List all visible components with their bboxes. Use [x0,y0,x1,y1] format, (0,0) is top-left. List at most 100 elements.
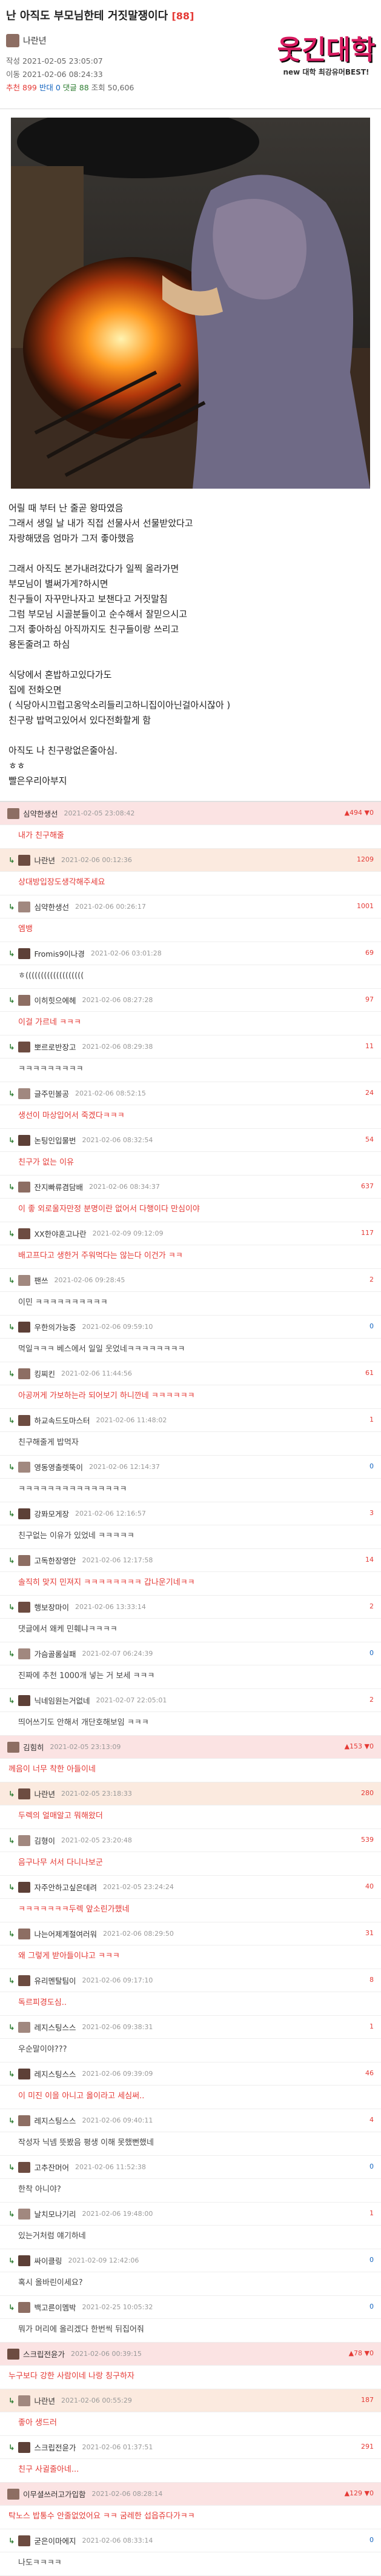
avatar[interactable] [18,1554,31,1566]
commenter-name[interactable]: XX한야혼고나란 [34,1228,86,1239]
reply-row[interactable]: ↳ 행보장마이 2021-02-06 13:33:14 2 [0,1596,381,1619]
commenter-name[interactable]: 나란년 [34,854,55,866]
avatar[interactable] [18,2301,31,2313]
commenter-name[interactable]: 이무셜쓰러고가입함 [23,2488,86,2500]
avatar[interactable] [7,808,19,819]
reply-row[interactable]: ↳ 백고른이멤박 2021-02-25 10:05:32 0 [0,2296,381,2319]
avatar[interactable] [18,2068,31,2079]
commenter-name[interactable]: 심약한생선 [34,901,69,912]
commenter-name[interactable]: 자주안하고싶은데려 [34,1881,97,1893]
avatar[interactable] [18,1321,31,1333]
avatar[interactable] [18,2021,31,2033]
commenter-name[interactable]: 심약한생선 [23,808,58,819]
reply-row[interactable]: ↳ 심약한생선 2021-02-06 00:26:17 1001 [0,895,381,918]
avatar[interactable] [18,1274,31,1286]
reply-row[interactable]: ↳ 유리멘탈팀이 2021-02-06 09:17:10 8 [0,1969,381,1992]
commenter-name[interactable]: 글주민볼공 [34,1088,69,1099]
avatar[interactable] [7,2488,19,2500]
author-name[interactable]: 나란년 [23,35,47,47]
avatar[interactable] [18,1228,31,1239]
avatar[interactable] [18,1181,31,1193]
avatar[interactable] [18,1134,31,1146]
reply-row[interactable]: ↳ 고독한장영안 2021-02-06 12:17:58 14 [0,1549,381,1572]
best-comment-row[interactable]: 김힘히 2021-02-05 23:13:09 ▲153 ▼0 [0,1736,381,1759]
commenter-name[interactable]: 스크립전윤가 [23,2348,65,2360]
reply-row[interactable]: ↳ 영동영출렛뚝이 2021-02-06 12:14:37 0 [0,1456,381,1479]
reply-row[interactable]: ↳ 레지스팅스스 2021-02-06 09:39:09 46 [0,2062,381,2086]
reply-row[interactable]: ↳ 뽀르로반장고 2021-02-06 08:29:38 11 [0,1035,381,1059]
reply-row[interactable]: ↳ 고추잔머어 2021-02-06 11:52:38 0 [0,2156,381,2179]
reply-row[interactable]: ↳ 굳은이마에지 2021-02-06 08:33:14 0 [0,2529,381,2552]
avatar[interactable] [18,2395,31,2406]
reply-row[interactable]: ↳ 글주민볼공 2021-02-06 08:52:15 24 [0,1082,381,1105]
reply-row[interactable]: ↳ 킹찌킨 2021-02-06 11:44:56 61 [0,1362,381,1385]
avatar[interactable] [18,2161,31,2173]
best-comment-row[interactable]: 심약한생선 2021-02-05 23:08:42 ▲494 ▼0 [0,802,381,825]
avatar[interactable] [18,1975,31,1986]
commenter-name[interactable]: 유리멘탈팀이 [34,1975,76,1986]
vote-badge[interactable]: ▲129 ▼0 [345,2489,374,2497]
commenter-name[interactable]: 굳은이마에지 [34,2535,76,2546]
avatar[interactable] [18,2535,31,2546]
reply-row[interactable]: ↳ Fromis9이나경 2021-02-06 03:01:28 69 [0,942,381,965]
reply-row[interactable]: ↳ 잔지빠류겸담배 2021-02-06 08:34:37 637 [0,1176,381,1199]
avatar[interactable] [18,1041,31,1052]
reply-row[interactable]: ↳ 나란년 2021-02-06 00:12:36 1209 [0,849,381,872]
vote-badge[interactable]: ▲78 ▼0 [349,2349,374,2357]
reply-row[interactable]: ↳ 이히힛으에헤 2021-02-06 08:27:28 97 [0,989,381,1012]
commenter-name[interactable]: 팬쓰 [34,1274,48,1286]
commenter-name[interactable]: 영동영출렛뚝이 [34,1461,83,1473]
reply-row[interactable]: ↳ 김형이 2021-02-05 23:20:48 539 [0,1829,381,1852]
commenter-name[interactable]: 가슴골롬실패 [34,1648,76,1659]
commenter-name[interactable]: 하교속드도마스터 [34,1414,90,1426]
avatar[interactable] [18,1461,31,1473]
avatar[interactable] [18,1648,31,1659]
commenter-name[interactable]: 킹찌킨 [34,1368,55,1379]
reply-row[interactable]: ↳ 레지스팅스스 2021-02-06 09:40:11 4 [0,2109,381,2132]
commenter-name[interactable]: 싸이클링 [34,2255,62,2266]
vote-badge[interactable]: ▲153 ▼0 [345,1742,374,1750]
reply-row[interactable]: ↳ 나는어제계절여러워 2021-02-06 08:29:50 31 [0,1922,381,1945]
reply-row[interactable]: ↳ 자주안하고싶은데려 2021-02-05 23:24:24 40 [0,1876,381,1899]
avatar[interactable] [18,1601,31,1613]
site-logo[interactable]: 웃긴대학 new 대학 최강유머BEST! [276,4,376,101]
commenter-name[interactable]: 우한의가능중 [34,1321,76,1333]
avatar[interactable] [18,1414,31,1426]
reply-row[interactable]: ↳ 가슴골롬실패 2021-02-07 06:24:39 0 [0,1642,381,1665]
avatar[interactable] [18,994,31,1006]
reply-row[interactable]: ↳ 팬쓰 2021-02-06 09:28:45 2 [0,1269,381,1292]
commenter-name[interactable]: 백고른이멤박 [34,2301,76,2313]
commenter-name[interactable]: 나란년 [34,2395,55,2406]
commenter-name[interactable]: 논팅인입물번 [34,1134,76,1146]
avatar[interactable] [18,1928,31,1939]
avatar[interactable] [18,1508,31,1519]
reply-row[interactable]: ↳ 나란년 2021-02-05 23:18:33 280 [0,1782,381,1805]
commenter-name[interactable]: 나는어제계절여러워 [34,1928,97,1939]
avatar[interactable] [7,1741,19,1753]
commenter-name[interactable]: 스크립전윤가 [34,2441,76,2453]
comment-count[interactable]: [88] [171,10,194,22]
commenter-name[interactable]: 고독한장영안 [34,1554,76,1566]
reply-row[interactable]: ↳ 싸이클링 2021-02-09 12:42:06 0 [0,2249,381,2272]
commenter-name[interactable]: 뽀르로반장고 [34,1041,76,1052]
avatar[interactable] [18,2208,31,2220]
reply-row[interactable]: ↳ 강퐈모게장 2021-02-06 12:16:57 3 [0,1502,381,1525]
commenter-name[interactable]: 행보장마이 [34,1601,69,1613]
reply-row[interactable]: ↳ 우한의가능중 2021-02-06 09:59:10 0 [0,1316,381,1339]
best-comment-row[interactable]: 스크립전윤가 2021-02-06 00:39:15 ▲78 ▼0 [0,2343,381,2366]
commenter-name[interactable]: 강퐈모게장 [34,1508,69,1519]
commenter-name[interactable]: 이히힛으에헤 [34,994,76,1006]
reply-row[interactable]: ↳ 논팅인입물번 2021-02-06 08:32:54 54 [0,1129,381,1152]
avatar[interactable] [7,2348,19,2360]
avatar[interactable] [18,2441,31,2453]
avatar[interactable] [18,1694,31,1706]
reply-row[interactable]: ↳ XX한야혼고나란 2021-02-09 09:12:09 117 [0,1222,381,1245]
reply-row[interactable]: ↳ 닉네임원는거없네 2021-02-07 22:05:01 2 [0,1689,381,1712]
avatar[interactable] [18,1368,31,1379]
commenter-name[interactable]: 레지스팅스스 [34,2021,76,2033]
commenter-name[interactable]: 김힘히 [23,1741,44,1753]
reply-row[interactable]: ↳ 레지스팅스스 2021-02-06 09:38:31 1 [0,2016,381,2039]
avatar[interactable] [18,1088,31,1099]
avatar[interactable] [18,854,31,866]
commenter-name[interactable]: 닉네임원는거없네 [34,1694,90,1706]
